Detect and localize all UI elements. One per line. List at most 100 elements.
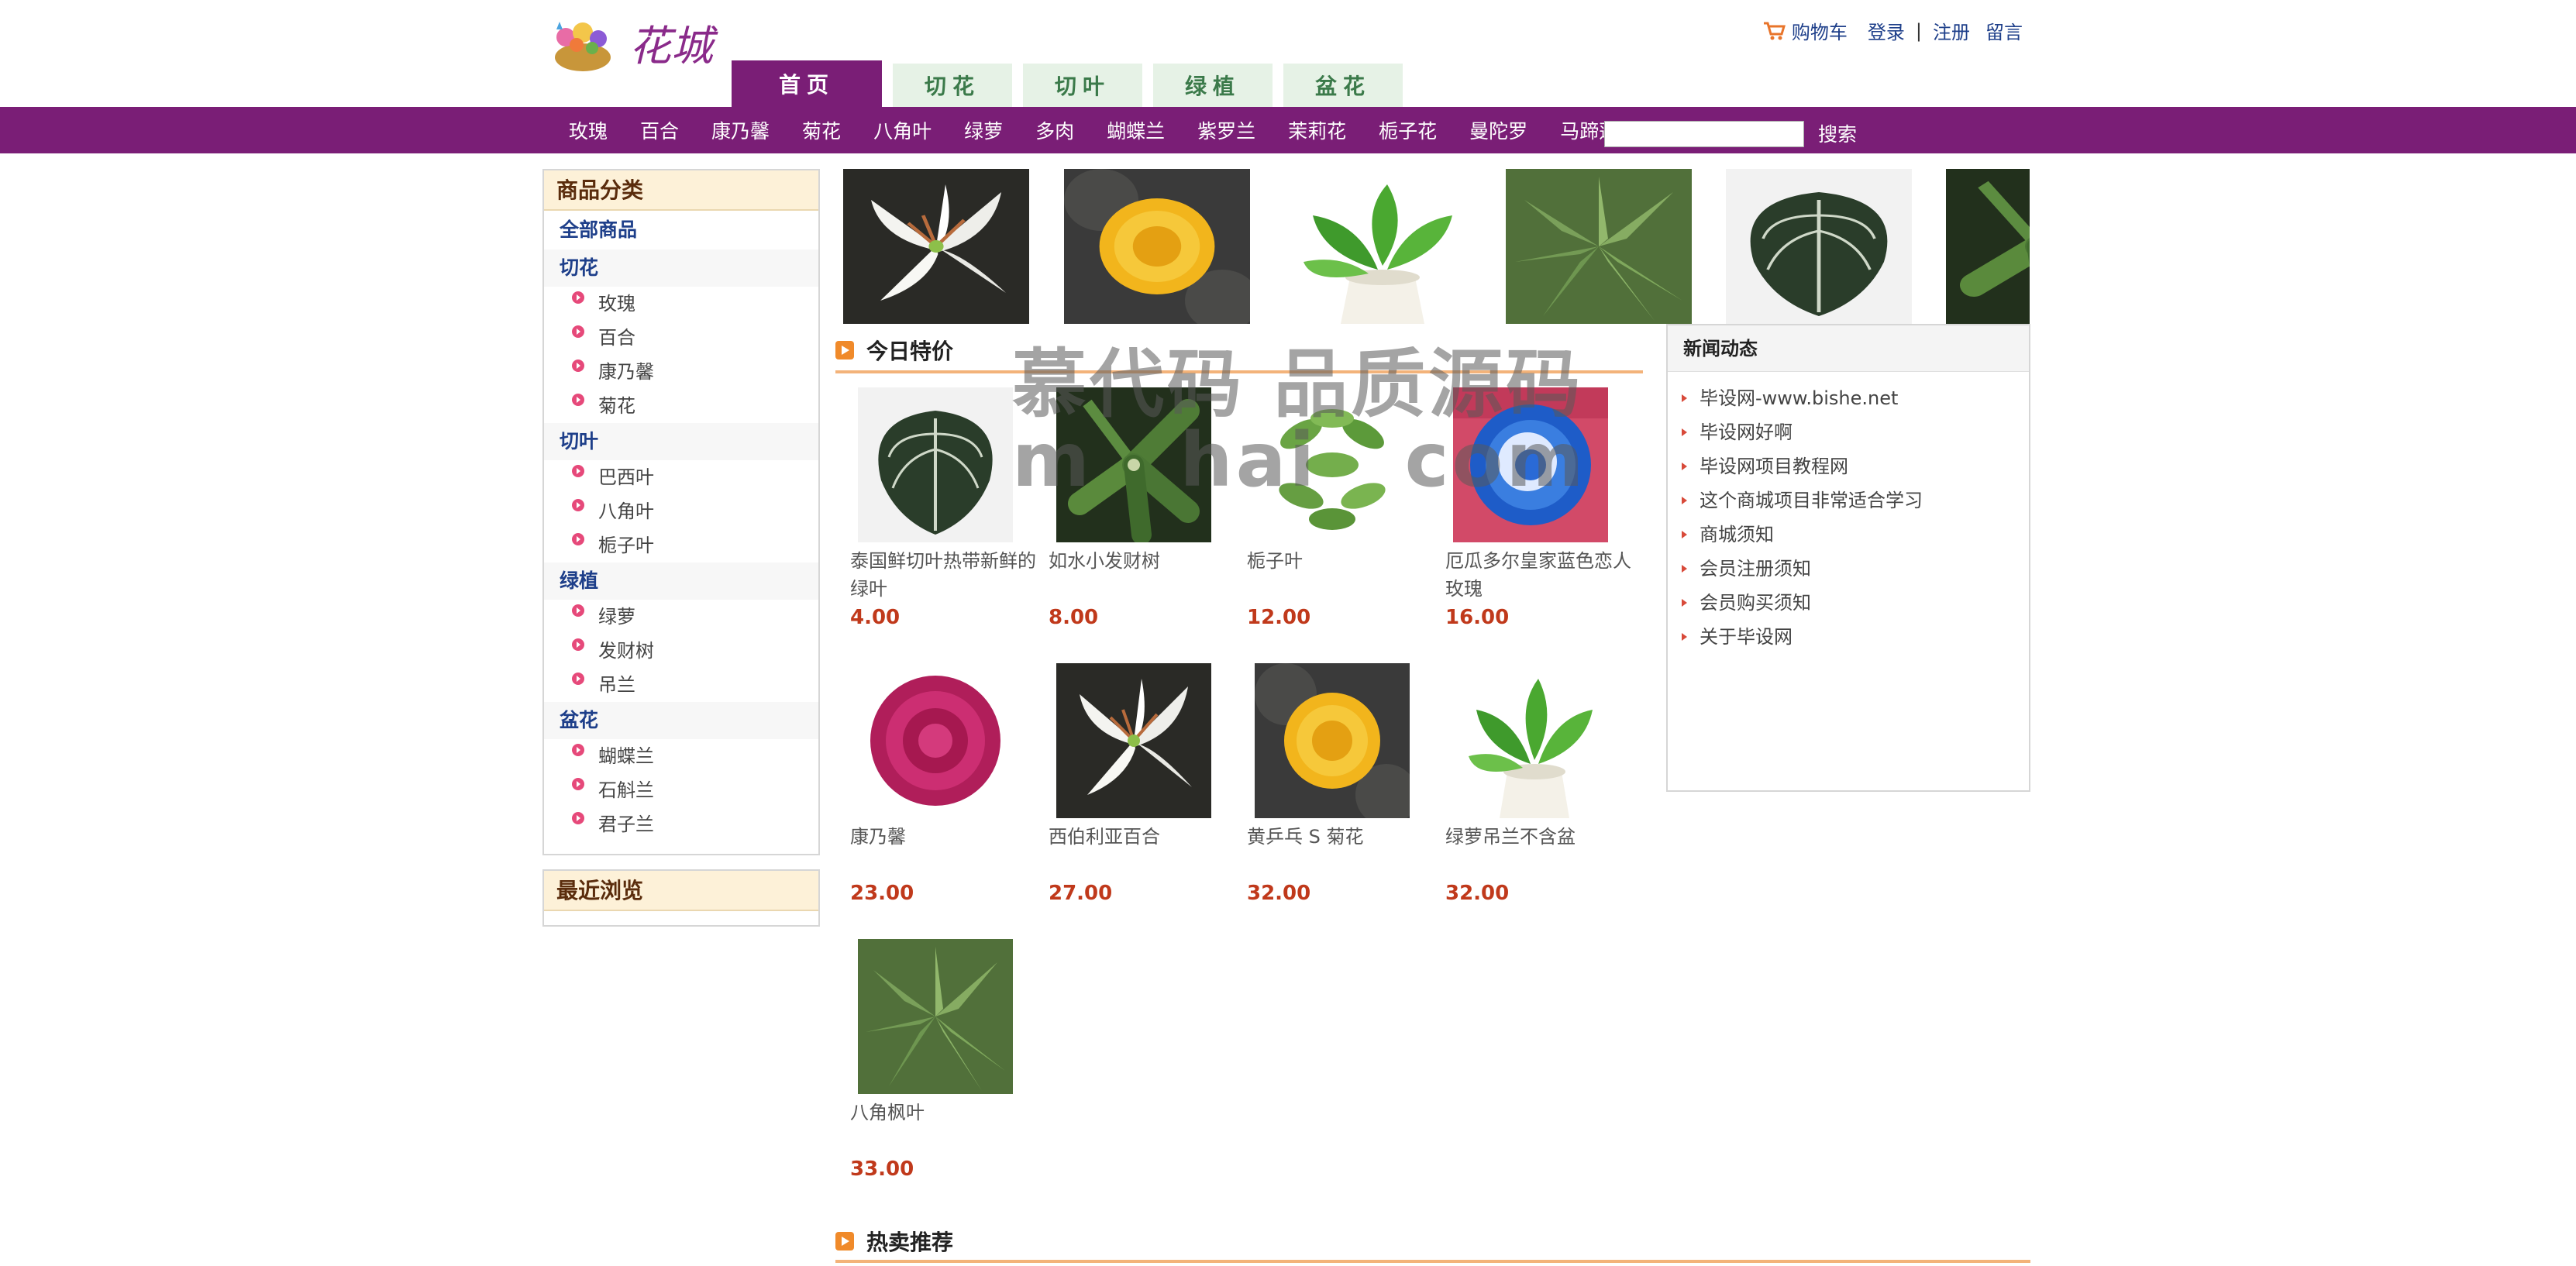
product-name: 绿萝吊兰不含盆 xyxy=(1445,826,1576,848)
sidebar-group-potted-flowers[interactable]: 盆花 xyxy=(544,702,818,739)
anthurium-leaf-image xyxy=(858,387,1013,542)
sidebar-all-products[interactable]: 全部商品 xyxy=(544,211,818,249)
category-link[interactable]: 曼陀罗 xyxy=(1469,116,1527,144)
category-link[interactable]: 蝴蝶兰 xyxy=(1107,116,1165,144)
bullet-icon xyxy=(572,291,584,304)
recently-viewed-title: 最近浏览 xyxy=(544,871,818,911)
sidebar-item[interactable]: 巴西叶 xyxy=(544,460,818,494)
triangle-bullet-icon xyxy=(1682,565,1687,573)
bullet-icon xyxy=(572,778,584,790)
bullet-icon xyxy=(572,604,584,617)
banner-image[interactable] xyxy=(1946,169,2030,324)
news-item[interactable]: 毕设网好啊 xyxy=(1668,415,2029,449)
search-input[interactable] xyxy=(1604,121,1804,147)
category-sidebar: 商品分类 全部商品 切花 玫瑰 百合 康乃馨 菊花 切叶 巴西叶 八角叶 栀子叶… xyxy=(542,169,820,855)
banner-image[interactable] xyxy=(1506,169,1692,324)
hot-picks-header: 热卖推荐 xyxy=(835,1226,953,1257)
triangle-bullet-icon xyxy=(1682,497,1687,504)
news-item[interactable]: 毕设网-www.bishe.net xyxy=(1668,381,2029,415)
banner-image[interactable] xyxy=(843,169,1029,324)
sidebar-item[interactable]: 康乃馨 xyxy=(544,355,818,389)
sidebar-group-green-plants[interactable]: 绿植 xyxy=(544,562,818,600)
category-link[interactable]: 绿萝 xyxy=(964,116,1003,144)
money-tree-image xyxy=(1946,169,2030,324)
product-price: 23.00 xyxy=(850,882,914,905)
search-button[interactable]: 搜索 xyxy=(1818,118,1857,149)
product-name: 如水小发财树 xyxy=(1049,550,1160,572)
category-link[interactable]: 百合 xyxy=(640,116,679,144)
triangle-bullet-icon xyxy=(1682,633,1687,641)
login-link[interactable]: 登录 xyxy=(1868,17,1905,44)
sidebar-group-cut-leaves[interactable]: 切叶 xyxy=(544,423,818,460)
register-link[interactable]: 注册 xyxy=(1933,17,1970,44)
product-card[interactable]: 八角枫叶 33.00 xyxy=(850,939,1044,1181)
top-links: 购物车 登录 | 注册 留言 xyxy=(1762,17,2023,44)
pothos-image xyxy=(1285,169,1471,324)
site-logo[interactable]: 花城 xyxy=(542,11,728,79)
category-links: 玫瑰 百合 康乃馨 菊花 八角叶 绿萝 多肉 蝴蝶兰 紫罗兰 茉莉花 栀子花 曼… xyxy=(569,107,1651,153)
triangle-bullet-icon xyxy=(1682,599,1687,607)
tab-potted-flowers[interactable]: 盆花 xyxy=(1283,64,1403,107)
shopping-cart-icon[interactable] xyxy=(1762,20,1786,42)
product-price: 27.00 xyxy=(1049,882,1113,905)
product-card[interactable]: 康乃馨 23.00 xyxy=(850,663,1044,905)
tab-home[interactable]: 首页 xyxy=(732,60,882,107)
news-item[interactable]: 会员购买须知 xyxy=(1668,586,2029,620)
flower-basket-icon: 花城 xyxy=(555,22,718,71)
triangle-bullet-icon xyxy=(1682,394,1687,402)
product-name: 栀子叶 xyxy=(1247,550,1303,572)
sidebar-item[interactable]: 玫瑰 xyxy=(544,287,818,321)
sidebar-item[interactable]: 君子兰 xyxy=(544,807,818,841)
sidebar-item[interactable]: 八角叶 xyxy=(544,494,818,528)
category-link[interactable]: 多肉 xyxy=(1035,116,1074,144)
sidebar-item[interactable]: 发财树 xyxy=(544,634,818,668)
product-name: 泰国鲜切叶热带新鲜的绿叶 xyxy=(850,550,1036,600)
category-link[interactable]: 紫罗兰 xyxy=(1197,116,1255,144)
sidebar-item[interactable]: 吊兰 xyxy=(544,668,818,702)
product-price: 16.00 xyxy=(1445,606,1510,629)
product-price: 33.00 xyxy=(850,1158,914,1181)
product-card[interactable]: 绿萝吊兰不含盆 32.00 xyxy=(1445,663,1639,905)
watermark-text: 慕代码 品质源码 xyxy=(1012,341,1584,428)
category-link[interactable]: 康乃馨 xyxy=(711,116,770,144)
category-link[interactable]: 八角叶 xyxy=(873,116,932,144)
bullet-icon xyxy=(572,325,584,338)
banner-image[interactable] xyxy=(1064,169,1250,324)
category-link[interactable]: 茉莉花 xyxy=(1288,116,1346,144)
tab-green-plants[interactable]: 绿植 xyxy=(1153,64,1273,107)
sidebar-item[interactable]: 百合 xyxy=(544,321,818,355)
sidebar-group-cut-flowers[interactable]: 切花 xyxy=(544,249,818,287)
maple-leaf-image xyxy=(1506,169,1692,324)
bullet-icon xyxy=(572,394,584,406)
tab-cut-leaves[interactable]: 切叶 xyxy=(1023,64,1142,107)
product-card[interactable]: 黄乒乓 S 菊花 32.00 xyxy=(1247,663,1441,905)
news-item[interactable]: 关于毕设网 xyxy=(1668,620,2029,654)
news-item[interactable]: 会员注册须知 xyxy=(1668,552,2029,586)
specials-header: 今日特价 xyxy=(835,335,953,366)
message-link[interactable]: 留言 xyxy=(1985,17,2023,44)
banner-image[interactable] xyxy=(1726,169,1912,324)
sidebar-item[interactable]: 栀子叶 xyxy=(544,528,818,562)
news-item[interactable]: 这个商城项目非常适合学习 xyxy=(1668,483,2029,518)
svg-text:花城: 花城 xyxy=(629,22,718,71)
category-link[interactable]: 玫瑰 xyxy=(569,116,608,144)
category-bar: 玫瑰 百合 康乃馨 菊花 八角叶 绿萝 多肉 蝴蝶兰 紫罗兰 茉莉花 栀子花 曼… xyxy=(0,107,2576,153)
category-link[interactable]: 菊花 xyxy=(802,116,841,144)
triangle-bullet-icon xyxy=(1682,463,1687,470)
cart-link[interactable]: 购物车 xyxy=(1792,17,1848,44)
product-card[interactable]: 西伯利亚百合 27.00 xyxy=(1049,663,1242,905)
sidebar-item[interactable]: 蝴蝶兰 xyxy=(544,739,818,773)
sidebar-item[interactable]: 绿萝 xyxy=(544,600,818,634)
banner-image[interactable] xyxy=(1285,169,1471,324)
sidebar-item[interactable]: 菊花 xyxy=(544,389,818,423)
bullet-icon xyxy=(572,360,584,372)
category-link[interactable]: 栀子花 xyxy=(1379,116,1437,144)
recently-viewed: 最近浏览 xyxy=(542,869,820,927)
product-price: 32.00 xyxy=(1445,882,1510,905)
news-item[interactable]: 商城须知 xyxy=(1668,518,2029,552)
news-item[interactable]: 毕设网项目教程网 xyxy=(1668,449,2029,483)
sidebar-item[interactable]: 石斛兰 xyxy=(544,773,818,807)
tab-cut-flowers[interactable]: 切花 xyxy=(893,64,1012,107)
product-name: 黄乒乓 S 菊花 xyxy=(1247,826,1364,848)
product-name: 康乃馨 xyxy=(850,826,906,848)
